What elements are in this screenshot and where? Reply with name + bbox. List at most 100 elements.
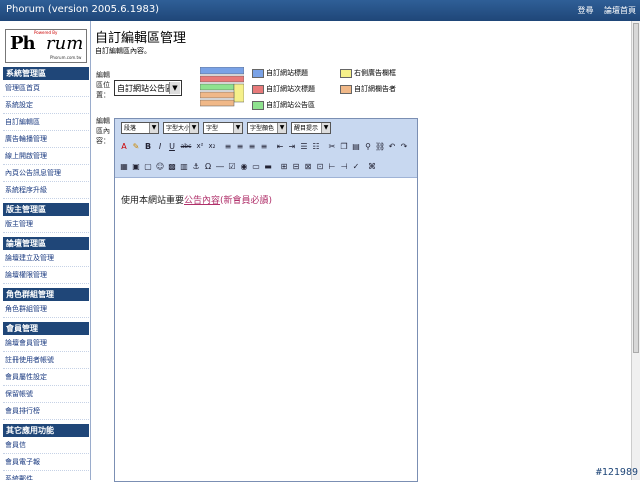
legend-item-site-notice: 自訂網站公告區 <box>252 100 315 110</box>
highlight-select[interactable]: 醒目提示 ▼ <box>291 122 331 134</box>
swatch-yellow <box>340 68 352 78</box>
page-scrollbar[interactable] <box>631 21 640 480</box>
sidebar-item[interactable]: 論壇建立及管理 <box>3 250 89 267</box>
editor-content-text: 使用本網站重要公告內容(新會員必讀) <box>121 193 272 206</box>
sidebar-item[interactable]: 版主管理 <box>3 216 89 233</box>
button-icon[interactable]: ▬ <box>263 161 273 172</box>
editor-toolbar-row3: ▦ ▣ ▢ ☺ ▩ ▥ ⚓ Ω ― ☑ ◉ ▭ ▬ ⊞ ⊟ ⊠ ⊡ ⊢ ⊣ ✓ … <box>115 157 417 178</box>
redo-icon[interactable]: ↷ <box>399 141 409 152</box>
sidebar-group-title: 論壇管理區 <box>3 237 89 250</box>
special-char-icon[interactable]: Ω <box>203 161 213 172</box>
legend-text: 右側廣告欄框 <box>354 69 396 77</box>
paste-icon[interactable]: ▤ <box>351 141 361 152</box>
media-icon[interactable]: ▥ <box>179 161 189 172</box>
italic-button[interactable]: I <box>155 141 165 152</box>
copy-icon[interactable]: ❐ <box>339 141 349 152</box>
sidebar-item[interactable]: 系統程序升級 <box>3 182 89 199</box>
sidebar-item[interactable]: 保留帳號 <box>3 386 89 403</box>
image-icon[interactable]: ▣ <box>131 161 141 172</box>
spell-icon[interactable]: ✓ <box>351 161 361 172</box>
chevron-down-icon[interactable]: ▼ <box>169 82 180 94</box>
undo-icon[interactable]: ↶ <box>387 141 397 152</box>
superscript-button[interactable]: x² <box>195 141 205 152</box>
editor-content-area[interactable]: 使用本網站重要公告內容(新會員必讀) <box>115 178 415 480</box>
sidebar-item[interactable]: 論壇權限管理 <box>3 267 89 284</box>
bold-button[interactable]: B <box>143 141 153 152</box>
indent-icon[interactable]: ⇥ <box>287 141 297 152</box>
delete-row-icon[interactable]: ⊠ <box>303 161 313 172</box>
sidebar-item[interactable]: 自訂編輯區 <box>3 114 89 131</box>
form-icon[interactable]: ▢ <box>143 161 153 172</box>
flash-icon[interactable]: ▩ <box>167 161 177 172</box>
content-label-line2: 區內 <box>96 127 110 135</box>
sidebar-item[interactable]: 註冊使用者帳號 <box>3 352 89 369</box>
highlight-icon[interactable]: ✎ <box>131 141 141 152</box>
position-select-value: 自訂網站公告區 <box>117 84 173 93</box>
merge-cells-icon[interactable]: ⊡ <box>315 161 325 172</box>
font-color-select-value: 字型顏色 <box>250 125 275 132</box>
source-icon[interactable]: ⌘ <box>367 161 377 172</box>
sidebar-item[interactable]: 管理區首頁 <box>3 80 89 97</box>
sidebar-item[interactable]: 會員排行榜 <box>3 403 89 420</box>
font-color-icon[interactable]: A <box>119 141 129 152</box>
checkbox-icon[interactable]: ☑ <box>227 161 237 172</box>
sidebar-item[interactable]: 會員屬性設定 <box>3 369 89 386</box>
font-size-select[interactable]: 字型大小 ▼ <box>163 122 199 134</box>
find-icon[interactable]: ⚲ <box>363 141 373 152</box>
align-left-icon[interactable]: ≡ <box>223 141 233 152</box>
textfield-icon[interactable]: ▭ <box>251 161 261 172</box>
hr-icon[interactable]: ― <box>215 161 225 172</box>
sidebar-item[interactable]: 內頁公告訊息管理 <box>3 165 89 182</box>
chevron-down-icon: ▼ <box>321 123 330 133</box>
editor-announcement-link[interactable]: 公告內容 <box>184 196 220 206</box>
position-select[interactable]: 自訂網站公告區 ▼ <box>114 80 182 96</box>
sidebar-item[interactable]: 廣告輪播管理 <box>3 131 89 148</box>
subscript-button[interactable]: x₂ <box>207 141 217 152</box>
radio-icon[interactable]: ◉ <box>239 161 249 172</box>
strike-button[interactable]: abc <box>179 141 193 152</box>
logo-ph: Ph <box>10 33 36 54</box>
sidebar-item[interactable]: 角色群組管理 <box>3 301 89 318</box>
legend-text: 自訂網站公告區 <box>266 101 315 109</box>
align-center-icon[interactable]: ≡ <box>235 141 245 152</box>
insert-col-icon[interactable]: ⊟ <box>291 161 301 172</box>
sidebar-item[interactable]: 論壇會員管理 <box>3 335 89 352</box>
underline-button[interactable]: U <box>167 141 177 152</box>
align-right-icon[interactable]: ≡ <box>247 141 257 152</box>
outdent-icon[interactable]: ⇤ <box>275 141 285 152</box>
smiley-icon[interactable]: ☺ <box>155 161 165 172</box>
sidebar-group: 版主管理區 版主管理 <box>3 203 89 233</box>
sidebar-group: 其它應用功能 會員信 會員電子報 系統郵件 <box>3 424 89 480</box>
top-link-forum-home[interactable]: 論壇首頁 <box>604 6 636 15</box>
cut-icon[interactable]: ✂ <box>327 141 337 152</box>
insert-row-icon[interactable]: ⊞ <box>279 161 289 172</box>
phorum-logo[interactable]: Powered By Ph rum Phorum.com.tw <box>5 29 87 63</box>
split-cell-icon[interactable]: ⊢ <box>327 161 337 172</box>
legend-item-site-title: 自訂網站標題 <box>252 68 308 78</box>
position-label-line3: 置： <box>96 91 110 99</box>
sidebar-group: 會員管理 論壇會員管理 註冊使用者帳號 會員屬性設定 保留帳號 會員排行榜 <box>3 322 89 420</box>
legend-item-right-ad: 右側廣告欄框 <box>340 68 396 78</box>
editor-text-prefix: 使用本網站重要 <box>121 196 185 206</box>
layout-preview-icon <box>200 67 244 107</box>
sidebar-item[interactable]: 會員電子報 <box>3 454 89 471</box>
anchor-icon[interactable]: ⚓ <box>191 161 201 172</box>
ordered-list-icon[interactable]: ☰ <box>299 141 309 152</box>
bullet-list-icon[interactable]: ☷ <box>311 141 321 152</box>
sidebar-group: 系統管理區 管理區首頁 系統設定 自訂編輯區 廣告輪播管理 線上開啟管理 內頁公告訊息管理系… <box>3 67 89 199</box>
sidebar-item[interactable]: 線上開啟管理 <box>3 148 89 165</box>
chevron-down-icon: ▼ <box>277 123 286 133</box>
sidebar-item[interactable]: 系統設定 <box>3 97 89 114</box>
sidebar-item[interactable]: 會員信 <box>3 437 89 454</box>
font-color-select[interactable]: 字型顏色 ▼ <box>247 122 287 134</box>
paragraph-select[interactable]: 段落 ▼ <box>121 122 159 134</box>
justify-icon[interactable]: ≡ <box>259 141 269 152</box>
link-icon[interactable]: ⛓ <box>375 141 385 152</box>
top-link-search[interactable]: 登尋 <box>577 6 593 15</box>
scrollbar-thumb[interactable] <box>633 23 639 353</box>
cell-props-icon[interactable]: ⊣ <box>339 161 349 172</box>
font-select[interactable]: 字型 ▼ <box>203 122 243 134</box>
table-icon[interactable]: ▦ <box>119 161 129 172</box>
sidebar-item[interactable]: 系統郵件 <box>3 471 89 480</box>
sidebar: Powered By Ph rum Phorum.com.tw 系統管理區 管理區… <box>0 21 91 480</box>
